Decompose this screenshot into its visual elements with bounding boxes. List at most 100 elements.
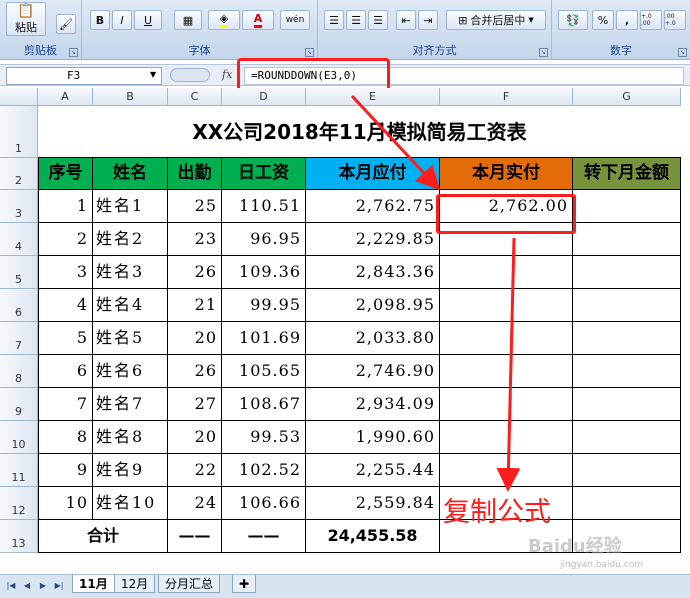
- row-header-13[interactable]: 13: [0, 520, 38, 553]
- table-cell[interactable]: [440, 388, 573, 421]
- formula-bar-splitter[interactable]: [170, 68, 210, 82]
- table-cell[interactable]: [573, 355, 681, 388]
- row-header-5[interactable]: 5: [0, 256, 38, 289]
- table-cell[interactable]: 102.52: [222, 454, 306, 487]
- sheet-title-cell[interactable]: XX公司2018年11月模拟简易工资表: [38, 106, 681, 158]
- select-all-corner[interactable]: [0, 88, 38, 106]
- clipboard-launcher-icon[interactable]: ↘: [69, 48, 78, 57]
- first-sheet-icon[interactable]: |◀: [4, 579, 18, 593]
- table-cell[interactable]: 姓名7: [93, 388, 168, 421]
- column-header-d[interactable]: D: [222, 88, 306, 106]
- row-header-1[interactable]: 1: [0, 106, 38, 158]
- table-cell[interactable]: 2,033.80: [306, 322, 440, 355]
- column-header-e[interactable]: E: [306, 88, 440, 106]
- table-cell[interactable]: [440, 256, 573, 289]
- row-header-12[interactable]: 12: [0, 487, 38, 520]
- next-sheet-icon[interactable]: ▶: [36, 579, 50, 593]
- table-cell[interactable]: 姓名9: [93, 454, 168, 487]
- table-cell[interactable]: 4: [38, 289, 93, 322]
- column-header-f[interactable]: F: [440, 88, 573, 106]
- table-cell[interactable]: 1,990.60: [306, 421, 440, 454]
- sheet-tab-11[interactable]: 11月: [72, 575, 115, 593]
- comma-style-button[interactable]: ,: [616, 10, 638, 30]
- table-cell[interactable]: 9: [38, 454, 93, 487]
- column-header-c[interactable]: C: [168, 88, 222, 106]
- table-cell[interactable]: 101.69: [222, 322, 306, 355]
- font-color-button[interactable]: A: [242, 10, 274, 30]
- table-cell[interactable]: 108.67: [222, 388, 306, 421]
- table-cell[interactable]: 2,934.09: [306, 388, 440, 421]
- accounting-format-button[interactable]: 💱: [558, 10, 588, 30]
- table-cell[interactable]: [573, 289, 681, 322]
- increase-decimal-button[interactable]: +.0 .00: [640, 10, 662, 30]
- cell-a1[interactable]: [38, 106, 39, 107]
- align-center-button[interactable]: ☰: [346, 10, 366, 30]
- table-cell[interactable]: 96.95: [222, 223, 306, 256]
- table-cell[interactable]: 23: [168, 223, 222, 256]
- paste-button[interactable]: 📋 粘贴: [6, 2, 46, 36]
- format-painter-button[interactable]: 🖌: [56, 14, 76, 34]
- table-cell[interactable]: 24: [168, 487, 222, 520]
- table-cell[interactable]: [573, 223, 681, 256]
- table-cell[interactable]: 2,559.84: [306, 487, 440, 520]
- row-header-9[interactable]: 9: [0, 388, 38, 421]
- border-button[interactable]: ▦: [174, 10, 202, 30]
- column-header-b[interactable]: B: [93, 88, 168, 106]
- header-cell-7[interactable]: 转下月金额: [573, 158, 681, 190]
- table-cell[interactable]: [573, 421, 681, 454]
- column-header-g[interactable]: G: [573, 88, 681, 106]
- chevron-down-icon[interactable]: ▼: [150, 70, 156, 79]
- header-cell-3[interactable]: 出勤: [168, 158, 222, 190]
- table-cell[interactable]: [573, 388, 681, 421]
- table-cell[interactable]: 25: [168, 190, 222, 223]
- table-cell[interactable]: [573, 322, 681, 355]
- table-cell[interactable]: 1: [38, 190, 93, 223]
- header-cell-2[interactable]: 姓名: [93, 158, 168, 190]
- table-cell[interactable]: 99.53: [222, 421, 306, 454]
- fill-color-button[interactable]: ◈: [208, 10, 240, 30]
- table-cell[interactable]: 99.95: [222, 289, 306, 322]
- decrease-decimal-button[interactable]: .00 +.0: [664, 10, 686, 30]
- decrease-indent-button[interactable]: ⇤: [396, 10, 416, 30]
- sheet-tab-summary[interactable]: 分月汇总: [158, 575, 221, 593]
- align-left-button[interactable]: ☰: [324, 10, 344, 30]
- table-cell[interactable]: 109.36: [222, 256, 306, 289]
- underline-button[interactable]: U: [134, 10, 162, 30]
- sheet-tab-12[interactable]: 12月: [114, 575, 156, 593]
- italic-button[interactable]: I: [112, 10, 132, 30]
- number-launcher-icon[interactable]: ↘: [678, 48, 687, 57]
- table-cell[interactable]: 110.51: [222, 190, 306, 223]
- table-cell[interactable]: [440, 421, 573, 454]
- percent-button[interactable]: %: [592, 10, 614, 30]
- row-header-10[interactable]: 10: [0, 421, 38, 454]
- table-cell[interactable]: 7: [38, 388, 93, 421]
- table-cell[interactable]: [440, 355, 573, 388]
- table-cell[interactable]: 姓名1: [93, 190, 168, 223]
- table-cell[interactable]: 105.65: [222, 355, 306, 388]
- table-cell[interactable]: 姓名2: [93, 223, 168, 256]
- table-cell[interactable]: 6: [38, 355, 93, 388]
- header-cell-1[interactable]: 序号: [38, 158, 93, 190]
- table-cell[interactable]: 27: [168, 388, 222, 421]
- row-header-8[interactable]: 8: [0, 355, 38, 388]
- merge-center-button[interactable]: ⊞ 合并后居中 ▼: [446, 10, 546, 30]
- table-cell[interactable]: 8: [38, 421, 93, 454]
- table-cell[interactable]: 姓名4: [93, 289, 168, 322]
- row-header-11[interactable]: 11: [0, 454, 38, 487]
- row-header-4[interactable]: 4: [0, 223, 38, 256]
- table-cell[interactable]: 21: [168, 289, 222, 322]
- total-label-cell[interactable]: 合计: [38, 520, 168, 553]
- align-right-button[interactable]: ☰: [368, 10, 388, 30]
- insert-function-icon[interactable]: fx: [222, 68, 232, 81]
- insert-sheet-icon[interactable]: ✚: [232, 575, 257, 593]
- table-cell[interactable]: [440, 322, 573, 355]
- table-cell[interactable]: 20: [168, 421, 222, 454]
- table-cell[interactable]: 2,255.44: [306, 454, 440, 487]
- table-cell[interactable]: 5: [38, 322, 93, 355]
- header-cell-4[interactable]: 日工资: [222, 158, 306, 190]
- table-cell[interactable]: 2,762.75: [306, 190, 440, 223]
- table-cell[interactable]: 2,098.95: [306, 289, 440, 322]
- table-cell[interactable]: 20: [168, 322, 222, 355]
- table-cell[interactable]: 姓名5: [93, 322, 168, 355]
- row-header-6[interactable]: 6: [0, 289, 38, 322]
